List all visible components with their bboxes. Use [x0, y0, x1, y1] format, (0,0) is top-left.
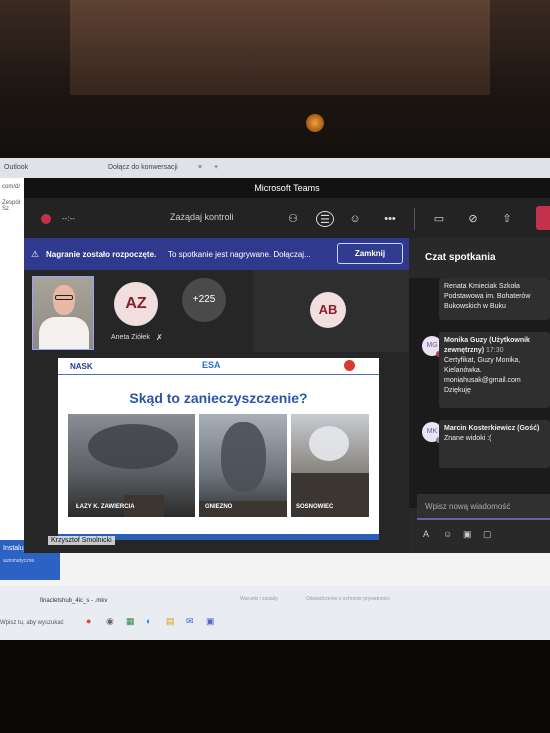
message-text: Znane widoki :(: [444, 435, 492, 442]
sticker-icon[interactable]: ▢: [483, 529, 492, 540]
format-icon[interactable]: A: [423, 529, 429, 539]
mail-app-icon[interactable]: ✉: [186, 616, 194, 627]
participant-glasses: [55, 295, 73, 300]
monitor-bezel: [0, 640, 550, 733]
participant-shirt: [39, 317, 89, 349]
meeting-stage: AZ Aneta Ziółek ✗ +225 AB NASK ESA Skąd …: [24, 270, 409, 553]
files-app-icon[interactable]: ▦: [126, 616, 135, 627]
meeting-timer: --:--: [62, 214, 75, 223]
monitor-screen: Outlook Dołącz do konwersacji × + com/d/…: [0, 158, 550, 643]
nask-logo: NASK: [70, 362, 93, 371]
message-text: Renata Kmieciak Szkoła Podstawowa im. Bo…: [444, 283, 531, 310]
smoke-cloud: [88, 424, 178, 469]
download-file-item[interactable]: finacletshub_4ic_s - .mkv: [40, 598, 107, 604]
taskbar: Warunki i zasady Oświadczenie o ochronie…: [0, 586, 550, 643]
new-tab-button[interactable]: +: [214, 164, 218, 171]
browser-app-icon[interactable]: ●: [86, 616, 91, 626]
footer-terms[interactable]: Warunki i zasady: [240, 596, 278, 602]
photo-label-gniezno: GNIEZNO: [205, 504, 233, 510]
chat-message: Marcin Kosterkiewicz (Gość) Znane widoki…: [439, 420, 550, 468]
meeting-toolbar: --:-- Zażądaj kontroli ⚇ ☰ ☺ ••• ▭ ⊘ ⇧: [24, 198, 550, 238]
emoji-icon[interactable]: ☺: [443, 529, 452, 539]
leave-button[interactable]: [536, 206, 550, 230]
banner-text: To spotkanie jest nagrywane. Dołączaj...: [168, 250, 311, 259]
photo-lazy: ŁAZY K. ZAWIERCIA: [68, 414, 195, 517]
compose-toolbar: A ☺ ▣ ▢: [419, 529, 549, 543]
message-text: Certyfikat, Guzy Monika, Kielanówka. mon…: [444, 357, 521, 394]
recording-banner: ⚠ Nagranie zostało rozpoczęte. To spotka…: [24, 238, 409, 270]
participant-video-tile[interactable]: [32, 276, 94, 350]
presenter-name: Krzysztof Smolnicki: [48, 536, 115, 545]
chat-message: Monika Guzy (Użytkownik zewnętrzny) 17:3…: [439, 332, 550, 408]
mic-off-icon[interactable]: ⊘: [464, 211, 482, 227]
photo-label-lazy: ŁAZY K. ZAWIERCIA: [76, 504, 135, 510]
address-fragment: com/d/: [2, 184, 21, 190]
slide-title: Skąd to zanieczyszczenie?: [129, 390, 308, 406]
explorer-app-icon[interactable]: ▤: [166, 616, 175, 627]
store-app-icon[interactable]: ◉: [106, 616, 114, 627]
photo-sosnowiec: SOSNOWIEC: [291, 414, 369, 517]
toolbar-divider: [414, 208, 415, 230]
chat-title: Czat spotkania: [425, 252, 496, 263]
emblem-icon: [344, 360, 355, 371]
browser-tab-bar: Outlook Dołącz do konwersacji × +: [0, 158, 550, 178]
chat-compose-input[interactable]: Wpisz nową wiadomość: [417, 494, 550, 520]
camera-off-icon[interactable]: ▭: [430, 211, 448, 227]
request-control-button[interactable]: Zażądaj kontroli: [170, 212, 234, 222]
mic-muted-icon: ✗: [156, 333, 163, 342]
shared-slide: NASK ESA Skąd to zanieczyszczenie? ŁAZY …: [58, 358, 379, 540]
page-fragment: Zespół Sz: [2, 200, 21, 212]
reactions-icon[interactable]: ☺: [346, 211, 364, 227]
webcam-light: [306, 114, 324, 132]
teams-window: Microsoft Teams --:-- Zażądaj kontroli ⚇…: [24, 178, 550, 553]
smoke-cloud: [309, 426, 349, 461]
share-icon[interactable]: ⇧: [498, 211, 516, 227]
warning-icon: ⚠: [31, 249, 40, 259]
browser-tab-teams[interactable]: Dołącz do konwersacji: [108, 164, 178, 171]
meeting-chat-panel: Czat spotkania Renata Kmieciak Szkoła Po…: [409, 238, 550, 553]
teams-app-icon[interactable]: ▣: [206, 616, 215, 627]
participant-face: [53, 285, 75, 315]
install-app-sub: automatyczne.: [3, 558, 36, 564]
edge-app-icon[interactable]: ◐: [146, 616, 151, 626]
esa-logo: ESA: [202, 360, 221, 370]
participant-tile-ab[interactable]: AB: [253, 270, 409, 352]
slide-header: NASK ESA: [58, 358, 379, 375]
people-icon[interactable]: ⚇: [284, 211, 302, 227]
tab-close-icon[interactable]: ×: [198, 164, 202, 171]
chat-messages: Renata Kmieciak Szkoła Podstawowa im. Bo…: [409, 278, 550, 508]
window-title: Microsoft Teams: [24, 178, 550, 198]
more-participants-button[interactable]: +225: [182, 278, 226, 322]
gif-icon[interactable]: ▣: [463, 529, 472, 540]
photo-label-sosnowiec: SOSNOWIEC: [296, 504, 334, 510]
more-icon[interactable]: •••: [381, 211, 399, 227]
browser-page-left: com/d/ Zespół Sz: [0, 178, 24, 548]
browser-tab-outlook[interactable]: Outlook: [4, 164, 28, 171]
photo-gniezno: GNIEZNO: [199, 414, 287, 517]
message-time: 17:30: [486, 347, 504, 354]
footer-privacy[interactable]: Oświadczenie o ochronie prywatności: [306, 596, 390, 602]
smoke-cloud: [221, 422, 266, 492]
participant-name-aneta: Aneta Ziółek: [111, 334, 150, 341]
taskbar-search-input[interactable]: Wpisz tu, aby wyszukać: [0, 620, 64, 626]
banner-title: Nagranie zostało rozpoczęte.: [46, 250, 157, 259]
recording-icon: [41, 214, 51, 224]
message-author: Marcin Kosterkiewicz (Gość): [444, 425, 540, 432]
avatar-az[interactable]: AZ: [114, 282, 158, 326]
chat-message: Renata Kmieciak Szkoła Podstawowa im. Bo…: [439, 278, 550, 320]
chat-icon[interactable]: ☰: [316, 211, 334, 227]
close-banner-button[interactable]: Zamknij: [337, 243, 403, 264]
avatar-ab: AB: [310, 292, 346, 328]
window-reflection: [70, 0, 490, 95]
